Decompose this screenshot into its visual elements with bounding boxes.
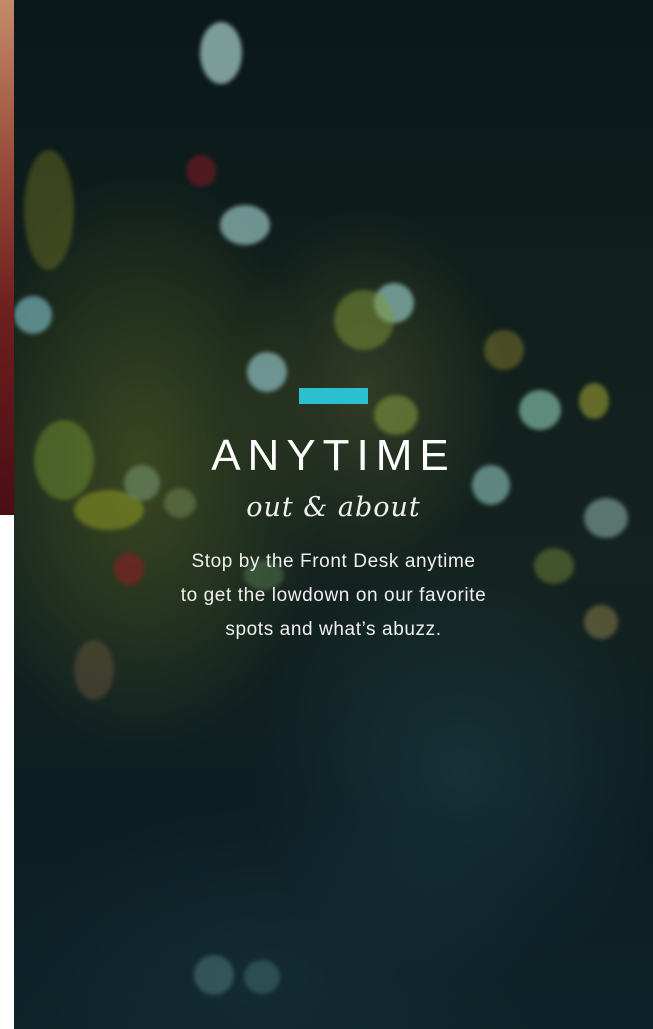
hero-description-line: spots and what’s abuzz. xyxy=(225,619,442,640)
adjacent-panel-edge xyxy=(0,0,14,515)
hero-content: ANYTIME out & about Stop by the Front De… xyxy=(14,388,653,647)
accent-bar xyxy=(299,388,368,404)
hero-title: ANYTIME xyxy=(211,431,456,480)
hero-panel: ANYTIME out & about Stop by the Front De… xyxy=(14,0,653,1029)
hero-subtitle: out & about xyxy=(246,492,421,523)
page-background xyxy=(0,515,14,1029)
hero-description: Stop by the Front Desk anytime to get th… xyxy=(14,545,653,647)
hero-description-line: to get the lowdown on our favorite xyxy=(180,585,487,606)
hero-description-line: Stop by the Front Desk anytime xyxy=(191,551,476,572)
